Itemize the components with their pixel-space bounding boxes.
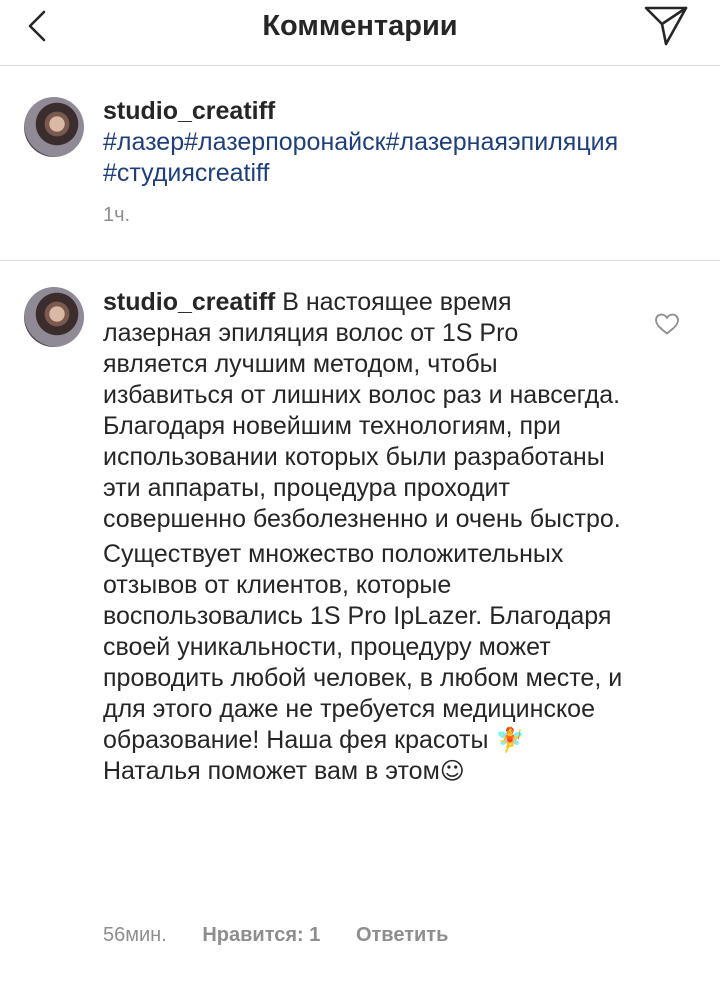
comment-body: Наталья поможет вам в этом	[103, 757, 440, 785]
hashtag-link[interactable]: #лазер	[103, 128, 184, 156]
comment-item: studio_creatiff В настоящее время лазерн…	[0, 262, 720, 1003]
comment-body: Существует множество положительных отзыв…	[103, 540, 623, 754]
fairy-emoji: 🧚	[495, 726, 526, 754]
hashtag-link[interactable]: #лазерпоронайск	[184, 128, 385, 156]
comment-timestamp: 56мин.	[103, 924, 167, 946]
page-title: Комментарии	[262, 10, 458, 42]
caption-text: studio_creatiff #лазер#лазерпоронайск#ла…	[103, 96, 703, 189]
caption-username[interactable]: studio_creatiff	[103, 97, 275, 125]
like-button[interactable]	[654, 312, 680, 336]
header-bar: Комментарии	[0, 0, 720, 66]
reply-button[interactable]: Ответить	[356, 924, 448, 947]
caption-timestamp: 1ч.	[103, 204, 131, 226]
avatar[interactable]	[24, 97, 84, 157]
heart-outline-icon	[655, 313, 679, 335]
post-caption: studio_creatiff #лазер#лазерпоронайск#ла…	[0, 66, 720, 261]
hashtag-link[interactable]: #лазернаяэпиляция	[386, 128, 619, 156]
share-button[interactable]	[640, 2, 692, 48]
paper-plane-icon	[644, 6, 688, 46]
comment-footer: 56мин. Нравится: 1 Ответить	[103, 924, 448, 947]
comment-paragraph: studio_creatiff В настоящее время лазерн…	[103, 287, 623, 535]
comment-username[interactable]: studio_creatiff	[103, 288, 275, 316]
comment-paragraph: Существует множество положительных отзыв…	[103, 539, 623, 787]
comment-text: studio_creatiff В настоящее время лазерн…	[103, 287, 623, 787]
likes-count-link[interactable]: Нравится: 1	[202, 924, 320, 947]
comment-body: В настоящее время лазерная эпиляция воло…	[103, 288, 621, 533]
smile-emoji: ☺	[439, 757, 465, 785]
avatar[interactable]	[24, 287, 84, 347]
hashtag-link[interactable]: #студияcreatiff	[103, 159, 269, 187]
